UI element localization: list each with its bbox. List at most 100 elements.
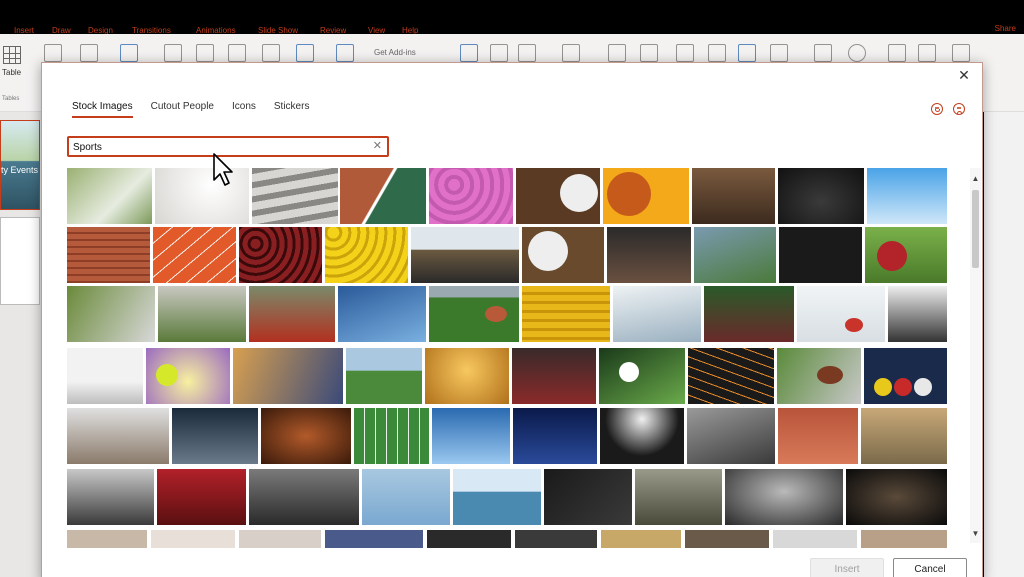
image-tile[interactable] xyxy=(67,227,150,283)
image-tile[interactable] xyxy=(694,227,776,283)
tab-help[interactable]: Help xyxy=(402,26,418,34)
table-button[interactable]: Table Tables xyxy=(0,44,26,104)
image-tile[interactable] xyxy=(151,530,235,548)
shapes-icon[interactable] xyxy=(164,44,182,62)
image-tile[interactable] xyxy=(522,227,604,283)
tab-stickers[interactable]: Stickers xyxy=(274,101,310,118)
image-tile[interactable] xyxy=(603,168,689,224)
tab-slide-show[interactable]: Slide Show xyxy=(258,26,298,34)
image-tile[interactable] xyxy=(325,227,408,283)
image-tile[interactable] xyxy=(888,286,947,342)
close-icon[interactable]: ✕ xyxy=(373,139,382,152)
image-tile[interactable] xyxy=(777,348,861,404)
image-tile[interactable] xyxy=(778,168,864,224)
cancel-button[interactable]: Cancel xyxy=(893,558,967,577)
image-grid-scrollbar[interactable]: ▲ ▼ xyxy=(970,168,981,543)
image-tile[interactable] xyxy=(429,286,519,342)
image-tile[interactable] xyxy=(67,348,143,404)
image-tile[interactable] xyxy=(599,348,685,404)
header-footer-icon[interactable] xyxy=(640,44,658,62)
image-tile[interactable] xyxy=(453,469,541,525)
image-tile[interactable] xyxy=(432,408,510,464)
image-tile[interactable] xyxy=(515,530,597,548)
image-tile[interactable] xyxy=(252,168,338,224)
image-tile[interactable] xyxy=(778,408,858,464)
image-tile[interactable] xyxy=(685,530,769,548)
image-tile[interactable] xyxy=(601,530,681,548)
tab-review[interactable]: Review xyxy=(320,26,346,34)
photo-album-icon[interactable] xyxy=(120,44,138,62)
image-tile[interactable] xyxy=(157,469,246,525)
image-tile[interactable] xyxy=(635,469,722,525)
chart-icon[interactable] xyxy=(296,44,314,62)
share-button[interactable]: Share xyxy=(995,24,1016,33)
3d-models-icon[interactable] xyxy=(228,44,246,62)
image-tile[interactable] xyxy=(67,168,152,224)
image-tile[interactable] xyxy=(67,286,155,342)
image-tile[interactable] xyxy=(861,530,947,548)
image-tile[interactable] xyxy=(411,227,519,283)
tab-cutout-people[interactable]: Cutout People xyxy=(151,101,214,118)
equation-icon[interactable] xyxy=(814,44,832,62)
image-tile[interactable] xyxy=(725,469,843,525)
image-tile[interactable] xyxy=(429,168,513,224)
image-tile[interactable] xyxy=(239,530,321,548)
image-tile[interactable] xyxy=(249,469,359,525)
image-tile[interactable] xyxy=(867,168,947,224)
forms-icon[interactable] xyxy=(336,44,354,62)
image-tile[interactable] xyxy=(613,286,701,342)
image-tile[interactable] xyxy=(346,348,422,404)
close-icon[interactable]: ✕ xyxy=(956,67,972,83)
video-icon[interactable] xyxy=(888,44,906,62)
frown-icon[interactable] xyxy=(953,103,965,115)
image-tile[interactable] xyxy=(362,469,450,525)
image-tile[interactable] xyxy=(512,348,596,404)
image-tile[interactable] xyxy=(325,530,423,548)
scrollbar-thumb[interactable] xyxy=(972,190,979,268)
image-tile[interactable] xyxy=(692,168,775,224)
link-icon[interactable] xyxy=(490,44,508,62)
image-tile[interactable] xyxy=(340,168,426,224)
image-tile[interactable] xyxy=(146,348,230,404)
image-tile[interactable] xyxy=(607,227,691,283)
image-tile[interactable] xyxy=(427,530,511,548)
image-tile[interactable] xyxy=(261,408,351,464)
chevron-up-icon[interactable]: ▲ xyxy=(970,174,981,184)
tab-transitions[interactable]: Transitions xyxy=(132,26,171,34)
image-tile[interactable] xyxy=(249,286,335,342)
image-tile[interactable] xyxy=(239,227,322,283)
audio-icon[interactable] xyxy=(918,44,936,62)
wordart-icon[interactable] xyxy=(676,44,694,62)
tab-icons[interactable]: Icons xyxy=(232,101,256,118)
image-tile[interactable] xyxy=(516,168,600,224)
tab-animations[interactable]: Animations xyxy=(196,26,236,34)
smile-icon[interactable] xyxy=(931,103,943,115)
image-tile[interactable] xyxy=(354,408,429,464)
image-tile[interactable] xyxy=(425,348,509,404)
image-tile[interactable] xyxy=(233,348,343,404)
object-icon[interactable] xyxy=(770,44,788,62)
image-tile[interactable] xyxy=(861,408,947,464)
pictures-icon[interactable] xyxy=(44,44,62,62)
comment-icon[interactable] xyxy=(562,44,580,62)
image-tile[interactable] xyxy=(67,469,154,525)
tab-design[interactable]: Design xyxy=(88,26,113,34)
get-addins-button[interactable]: Get Add-ins xyxy=(374,48,416,57)
image-tile[interactable] xyxy=(544,469,632,525)
tab-view[interactable]: View xyxy=(368,26,385,34)
slide-thumbnail[interactable]: ty Events xyxy=(0,120,40,210)
image-tile[interactable] xyxy=(846,469,947,525)
tab-stock-images[interactable]: Stock Images xyxy=(72,101,133,118)
slide-thumbnail[interactable] xyxy=(0,217,40,305)
image-tile[interactable] xyxy=(513,408,597,464)
zoom-icon[interactable] xyxy=(460,44,478,62)
chevron-down-icon[interactable]: ▼ xyxy=(970,529,981,539)
image-tile[interactable] xyxy=(67,408,169,464)
tab-insert[interactable]: Insert xyxy=(14,26,34,34)
smartart-icon[interactable] xyxy=(262,44,280,62)
icons-icon[interactable] xyxy=(196,44,214,62)
slide-number-icon[interactable] xyxy=(738,44,756,62)
image-tile[interactable] xyxy=(67,530,147,548)
tab-draw[interactable]: Draw xyxy=(52,26,71,34)
image-tile[interactable] xyxy=(158,286,246,342)
